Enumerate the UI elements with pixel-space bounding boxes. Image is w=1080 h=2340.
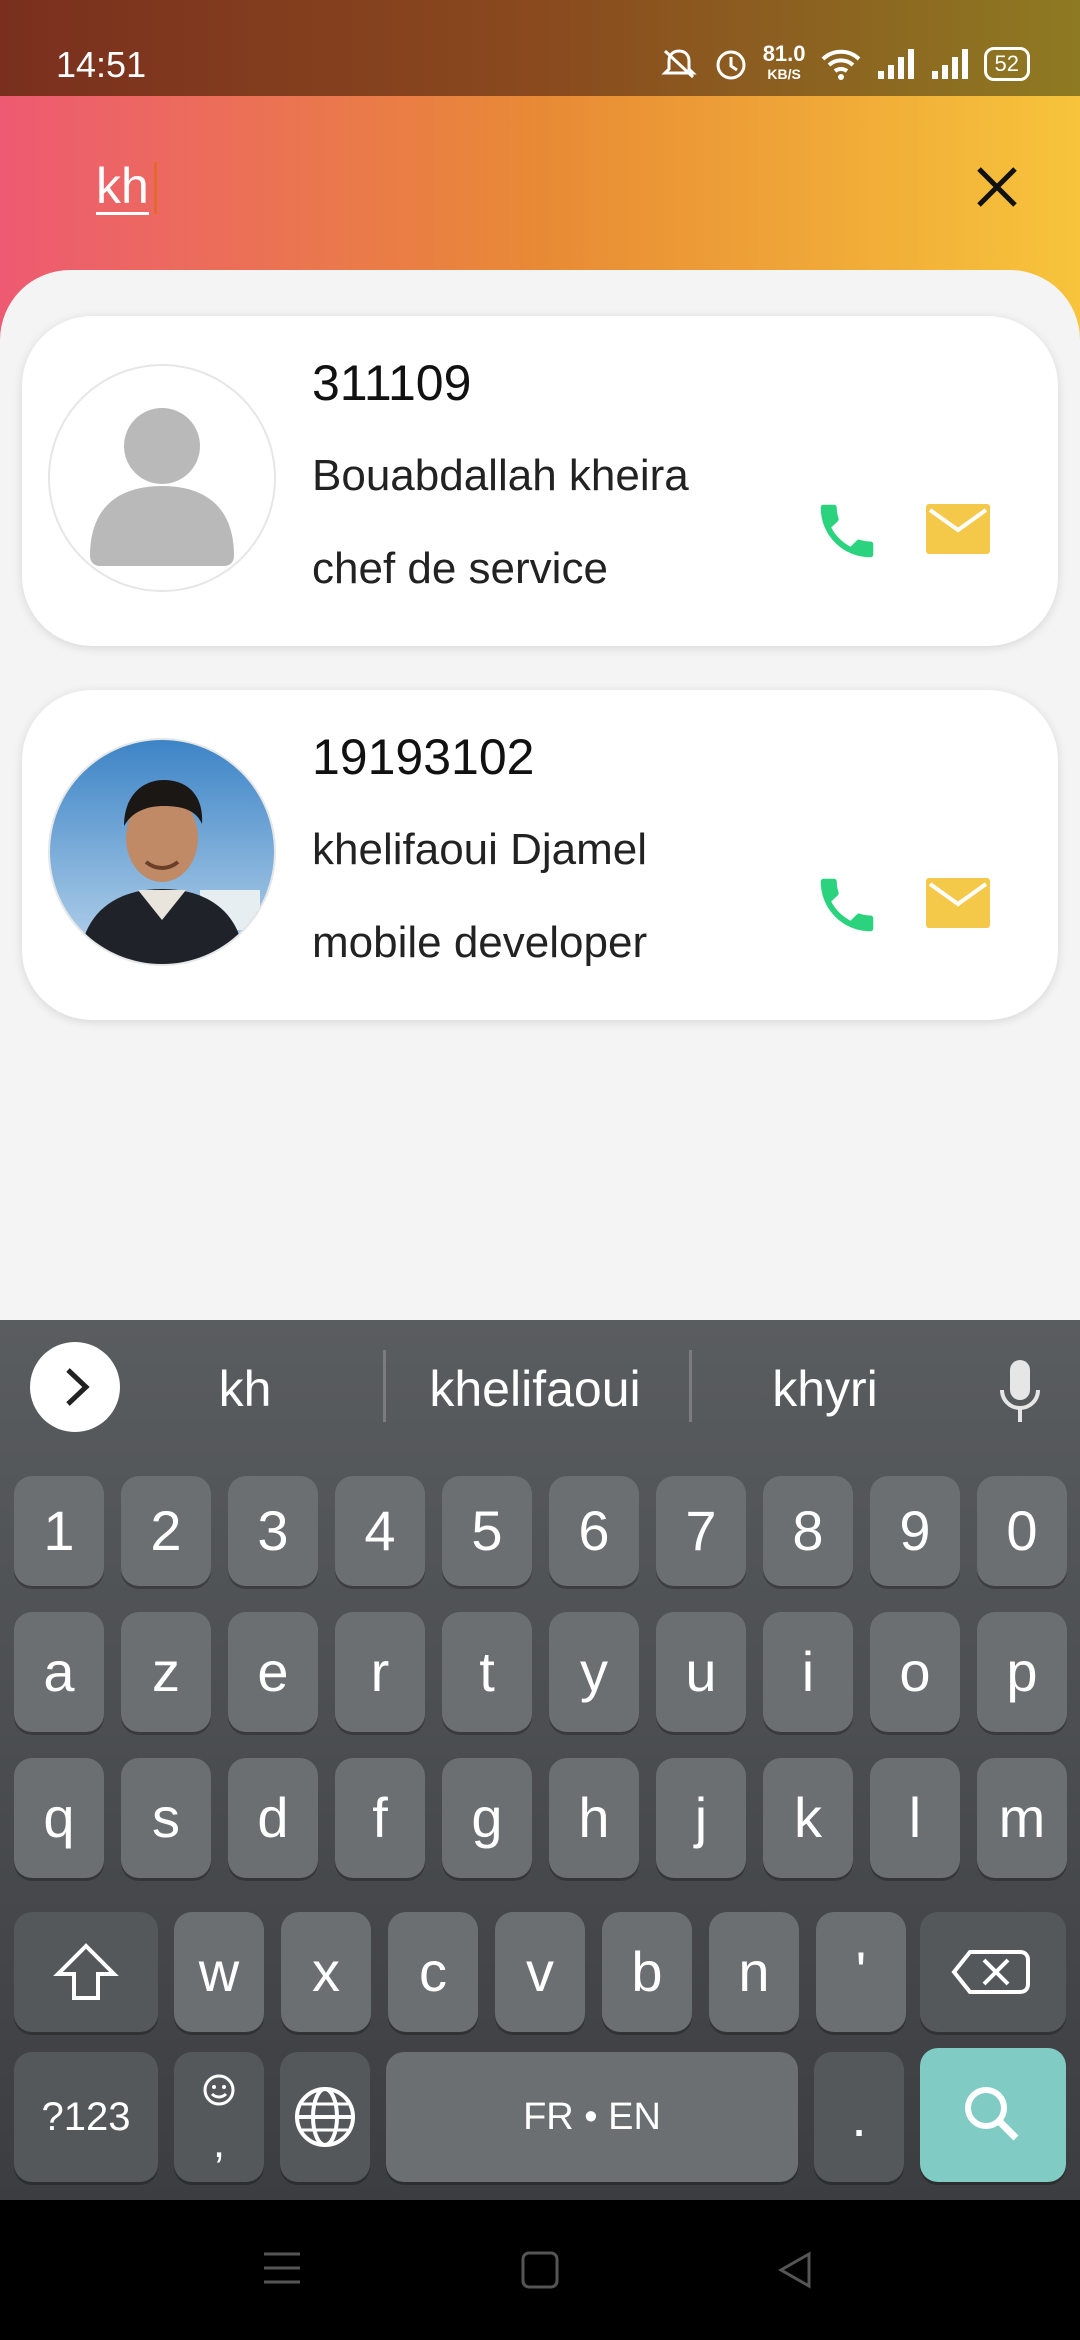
suggestion-item[interactable]: khelifaoui [400,1360,670,1418]
status-icons: 81.0 KB/S 52 [659,41,1030,84]
key[interactable]: n [709,1912,799,2032]
text-caret [154,162,157,214]
contact-name: Bouabdallah kheira [312,451,689,500]
key[interactable]: ' [816,1912,906,2032]
search-icon [965,2087,1019,2141]
key[interactable]: u [656,1612,746,1732]
key[interactable]: l [870,1758,960,1878]
on-screen-keyboard: kh khelifaoui khyri 1234567890azertyuiop… [0,1320,1080,2200]
profile-photo [50,740,274,964]
symbols-key[interactable]: ?123 [14,2052,158,2182]
emoji-icon [203,2074,235,2106]
back-icon[interactable] [775,2250,815,2290]
email-button[interactable] [926,878,990,928]
key[interactable]: o [870,1612,960,1732]
call-button[interactable] [812,496,882,566]
key[interactable]: d [228,1758,318,1878]
contact-role: mobile developer [312,918,648,967]
chevron-right-icon [66,1368,90,1406]
mail-icon [926,504,990,554]
contact-id: 311109 [312,355,472,411]
key[interactable]: r [335,1612,425,1732]
key[interactable]: 7 [656,1476,746,1586]
voice-input-button[interactable] [990,1356,1050,1426]
home-icon[interactable] [520,2250,560,2290]
microphone-icon [1000,1360,1040,1422]
key[interactable]: j [656,1758,746,1878]
suggestion-divider [383,1350,386,1422]
suggestion-bar: kh khelifaoui khyri [0,1320,1080,1450]
backspace-key[interactable] [920,1912,1066,2032]
comma-emoji-key[interactable]: , [174,2052,264,2182]
key[interactable]: m [977,1758,1067,1878]
key[interactable]: 6 [549,1476,639,1586]
key[interactable]: 2 [121,1476,211,1586]
key[interactable]: p [977,1612,1067,1732]
mail-icon [926,878,990,928]
key[interactable]: y [549,1612,639,1732]
key[interactable]: x [281,1912,371,2032]
contact-card[interactable]: 311109 Bouabdallah kheira chef de servic… [22,316,1058,646]
key[interactable]: 0 [977,1476,1067,1586]
key[interactable]: 4 [335,1476,425,1586]
signal-icon [877,49,914,79]
avatar [50,740,274,964]
contact-id: 19193102 [312,729,535,785]
key[interactable]: 5 [442,1476,532,1586]
battery-indicator: 52 [983,47,1030,81]
default-person-icon [90,408,234,566]
expand-toolbar-button[interactable] [30,1342,120,1432]
search-input[interactable]: kh [96,160,149,215]
wifi-icon [821,49,860,80]
key[interactable]: z [121,1612,211,1732]
key[interactable]: a [14,1612,104,1732]
key[interactable]: v [495,1912,585,2032]
key[interactable]: 1 [14,1476,104,1586]
search-key[interactable] [920,2048,1066,2182]
globe-icon [295,2087,355,2147]
shift-icon [53,1943,119,2000]
status-time: 14:51 [56,44,147,85]
key[interactable]: h [549,1758,639,1878]
key[interactable]: k [763,1758,853,1878]
close-icon [977,167,1017,207]
key[interactable]: s [121,1758,211,1878]
call-button[interactable] [812,870,882,940]
key[interactable]: 3 [228,1476,318,1586]
key[interactable]: g [442,1758,532,1878]
space-key[interactable]: FR • EN [386,2052,798,2182]
key[interactable]: t [442,1612,532,1732]
status-bar: 14:51 81.0 KB/S 52 [0,0,1080,96]
suggestion-item[interactable]: khyri [720,1360,930,1418]
contact-name: khelifaoui Djamel [312,825,648,874]
key[interactable]: b [602,1912,692,2032]
email-button[interactable] [926,504,990,554]
close-search-button[interactable] [965,155,1029,219]
key[interactable]: 8 [763,1476,853,1586]
phone-icon [820,878,874,932]
suggestion-item[interactable]: kh [160,1360,330,1418]
avatar [50,366,274,590]
key[interactable]: e [228,1612,318,1732]
contact-role: chef de service [312,544,608,593]
key[interactable]: f [335,1758,425,1878]
key[interactable]: c [388,1912,478,2032]
key[interactable]: q [14,1758,104,1878]
menu-icon[interactable] [262,2250,302,2286]
bell-off-icon [661,49,697,79]
shift-key[interactable] [14,1912,158,2032]
network-speed: 81.0 KB/S [762,41,806,83]
alarm-icon [716,50,746,80]
navigation-bar [0,2200,1080,2340]
language-key[interactable] [280,2052,370,2182]
period-key[interactable]: . [814,2052,904,2182]
key[interactable]: 9 [870,1476,960,1586]
key[interactable]: i [763,1612,853,1732]
backspace-icon [951,1950,1030,1994]
suggestion-divider [689,1350,692,1422]
phone-icon [820,504,874,558]
contact-card[interactable]: 19193102 khelifaoui Djamel mobile develo… [22,690,1058,1020]
key[interactable]: w [174,1912,264,2032]
signal-icon-2 [931,49,968,79]
